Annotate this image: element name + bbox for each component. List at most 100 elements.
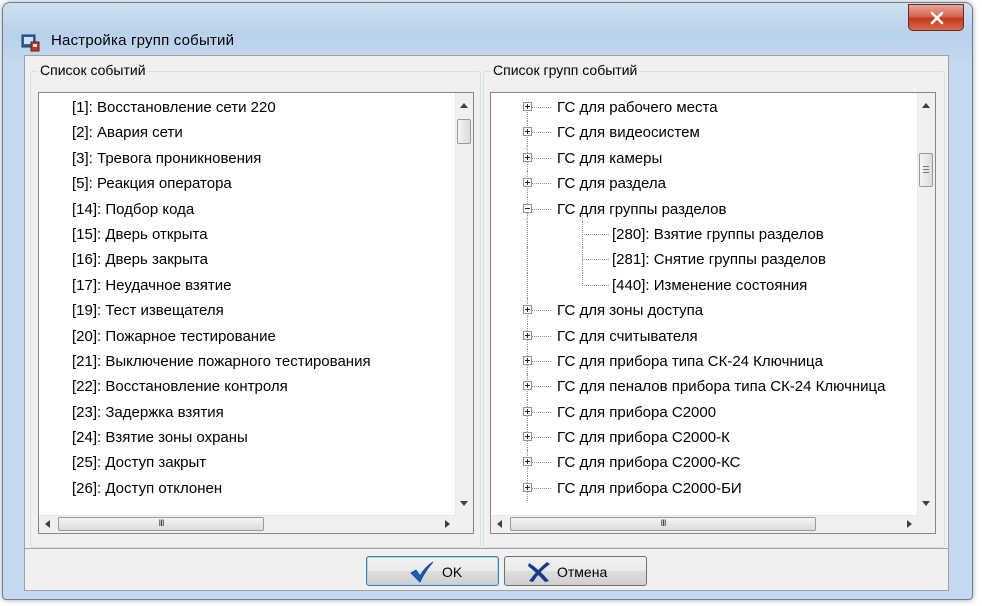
tree-group-node[interactable]: ГС для прибора типа СК-24 Ключница — [491, 348, 917, 375]
event-list-item[interactable]: [5]: Реакция оператора — [39, 171, 455, 196]
tree-size-box — [918, 516, 935, 533]
dialog-client-area: Список событий [1]: Восстановление сети … — [24, 55, 949, 549]
scroll-right-arrow-icon[interactable] — [907, 520, 912, 528]
events-list: [1]: Восстановление сети 220 [2]: Авария … — [39, 95, 455, 515]
tree-leaf-node[interactable]: [280]: Взятие группы разделов — [491, 221, 917, 248]
expand-plus-icon[interactable] — [523, 152, 532, 162]
tree-group-node[interactable]: ГС для рабочего места — [491, 95, 917, 121]
tree-group-node[interactable]: ГС для группы разделов — [491, 196, 917, 222]
tree-node-label: ГС для пеналов прибора типа СК-24 Ключни… — [557, 378, 886, 396]
tree-node-label: ГС для прибора С2000 — [557, 403, 717, 421]
events-vertical-scrollbar[interactable] — [455, 93, 473, 516]
scroll-left-arrow-icon[interactable] — [45, 520, 50, 528]
tree-node-label: ГС для прибора С2000-К — [557, 429, 730, 447]
tree-vertical-scrollbar[interactable] — [917, 93, 935, 516]
tree-node-label: ГС для прибора С2000-БИ — [557, 479, 742, 497]
event-list-item[interactable]: [14]: Подбор кода — [39, 197, 455, 222]
tree-group-node[interactable]: ГС для прибора С2000-КС — [491, 450, 917, 476]
expand-plus-icon[interactable] — [523, 406, 532, 416]
scroll-up-arrow-icon[interactable] — [922, 103, 930, 108]
tree-node-label: ГС для группы разделов — [557, 200, 727, 218]
tree-connector-line — [582, 233, 609, 235]
tree-leaf-node[interactable]: [281]: Снятие группы разделов — [491, 247, 917, 273]
expand-plus-icon[interactable] — [523, 102, 532, 111]
tree-leaf-node[interactable]: [440]: Изменение состояния — [491, 272, 917, 299]
event-list-item[interactable]: [22]: Восстановление контроля — [39, 374, 455, 399]
event-list-item[interactable]: [20]: Пожарное тестирование — [39, 324, 455, 349]
events-horizontal-scrollbar[interactable]: III — [39, 515, 456, 533]
tree-node-label: [440]: Изменение состояния — [612, 276, 808, 294]
scroll-right-arrow-icon[interactable] — [445, 520, 450, 528]
event-list-item[interactable]: [21]: Выключение пожарного тестирования — [39, 349, 455, 374]
checkmark-icon — [410, 561, 434, 583]
event-list-item[interactable]: [23]: Задержка взятия — [39, 400, 455, 425]
tree-node-label: ГС для прибора типа СК-24 Ключница — [557, 352, 823, 370]
event-groups-groupbox: Список групп событий ГС для рабочего мес… — [483, 62, 945, 548]
tree-group-node[interactable]: ГС для зоны доступа — [491, 298, 917, 324]
tree-node-label: [281]: Снятие группы разделов — [612, 251, 826, 269]
tree-node-label: ГС для раздела — [557, 175, 666, 193]
tree-group-node[interactable]: ГС для прибора С2000 — [491, 399, 917, 426]
app-icon — [21, 34, 40, 52]
tree-group-node[interactable]: ГС для прибора С2000-К — [491, 425, 917, 451]
tree-group-node[interactable]: ГС для считывателя — [491, 323, 917, 349]
event-list-item[interactable]: [26]: Доступ отклонен — [39, 476, 455, 501]
expand-plus-icon[interactable] — [523, 178, 532, 188]
scroll-down-arrow-icon[interactable] — [922, 501, 930, 506]
tree-node-label: ГС для рабочего места — [557, 99, 718, 116]
ok-button-label: OK — [442, 564, 463, 580]
expand-plus-icon[interactable] — [523, 127, 532, 137]
expand-plus-icon[interactable] — [523, 457, 532, 467]
tree-group-node[interactable]: ГС для раздела — [491, 171, 917, 197]
tree-group-node[interactable]: ГС для прибора С2000-БИ — [491, 475, 917, 502]
window-title: Настройка групп событий — [51, 32, 235, 49]
event-list-item[interactable]: [1]: Восстановление сети 220 — [39, 95, 455, 120]
events-groupbox: Список событий [1]: Восстановление сети … — [30, 62, 481, 548]
tree-group-node[interactable]: ГС для видеосистем — [491, 120, 917, 146]
tree-node-label: ГС для прибора С2000-КС — [557, 454, 741, 472]
events-horizontal-thumb[interactable]: III — [58, 517, 264, 531]
event-groups-tree-items: ГС для рабочего места ГС для видеосистем Г… — [491, 95, 917, 515]
events-groupbox-label: Список событий — [38, 62, 148, 78]
tree-node-label: [280]: Взятие группы разделов — [612, 225, 824, 243]
close-button[interactable] — [908, 4, 964, 31]
tree-connector-line — [527, 272, 528, 299]
event-list-item[interactable]: [25]: Доступ закрыт — [39, 450, 455, 475]
event-list-item[interactable]: [17]: Неудачное взятие — [39, 273, 455, 298]
scroll-up-arrow-icon[interactable] — [460, 103, 468, 108]
event-list-item[interactable]: [16]: Дверь закрыта — [39, 247, 455, 272]
event-groups-tree[interactable]: ГС для рабочего места ГС для видеосистем Г… — [490, 92, 936, 534]
scroll-down-arrow-icon[interactable] — [460, 501, 468, 506]
expand-plus-icon[interactable] — [523, 482, 532, 492]
tree-horizontal-thumb[interactable]: III — [510, 517, 816, 531]
expand-plus-icon[interactable] — [523, 355, 532, 365]
tree-horizontal-scrollbar[interactable]: III — [491, 515, 918, 533]
events-size-box — [456, 516, 473, 533]
tree-group-node[interactable]: ГС для камеры — [491, 145, 917, 172]
event-list-item[interactable]: [15]: Дверь открыта — [39, 222, 455, 247]
event-list-item[interactable]: [24]: Взятие зоны охраны — [39, 425, 455, 450]
expand-plus-icon[interactable] — [523, 432, 532, 442]
scroll-left-arrow-icon[interactable] — [497, 520, 502, 528]
title-bar[interactable]: Настройка групп событий — [3, 3, 972, 52]
expand-plus-icon[interactable] — [523, 381, 532, 391]
dialog-window: Настройка групп событий Список событий [… — [2, 2, 973, 600]
tree-group-node[interactable]: ГС для пеналов прибора типа СК-24 Ключни… — [491, 374, 917, 400]
tree-vertical-thumb[interactable] — [919, 153, 933, 187]
collapse-minus-icon[interactable] — [523, 203, 532, 213]
event-list-item[interactable]: [19]: Тест извещателя — [39, 298, 455, 323]
tree-connector-line — [527, 247, 528, 273]
tree-connector-line — [582, 284, 609, 286]
event-list-item[interactable]: [3]: Тревога проникновения — [39, 146, 455, 171]
event-list-item[interactable]: [2]: Авария сети — [39, 120, 455, 145]
tree-node-label: ГС для камеры — [557, 149, 663, 167]
tree-connector-line — [582, 259, 609, 261]
events-vertical-thumb[interactable] — [457, 119, 471, 144]
cancel-button[interactable]: Отмена — [504, 556, 647, 586]
expand-plus-icon[interactable] — [523, 305, 532, 315]
events-listbox[interactable]: [1]: Восстановление сети 220 [2]: Авария … — [38, 92, 474, 534]
event-groups-groupbox-label: Список групп событий — [491, 62, 640, 78]
expand-plus-icon[interactable] — [523, 330, 532, 340]
cancel-button-label: Отмена — [557, 564, 608, 580]
ok-button[interactable]: OK — [366, 556, 499, 586]
